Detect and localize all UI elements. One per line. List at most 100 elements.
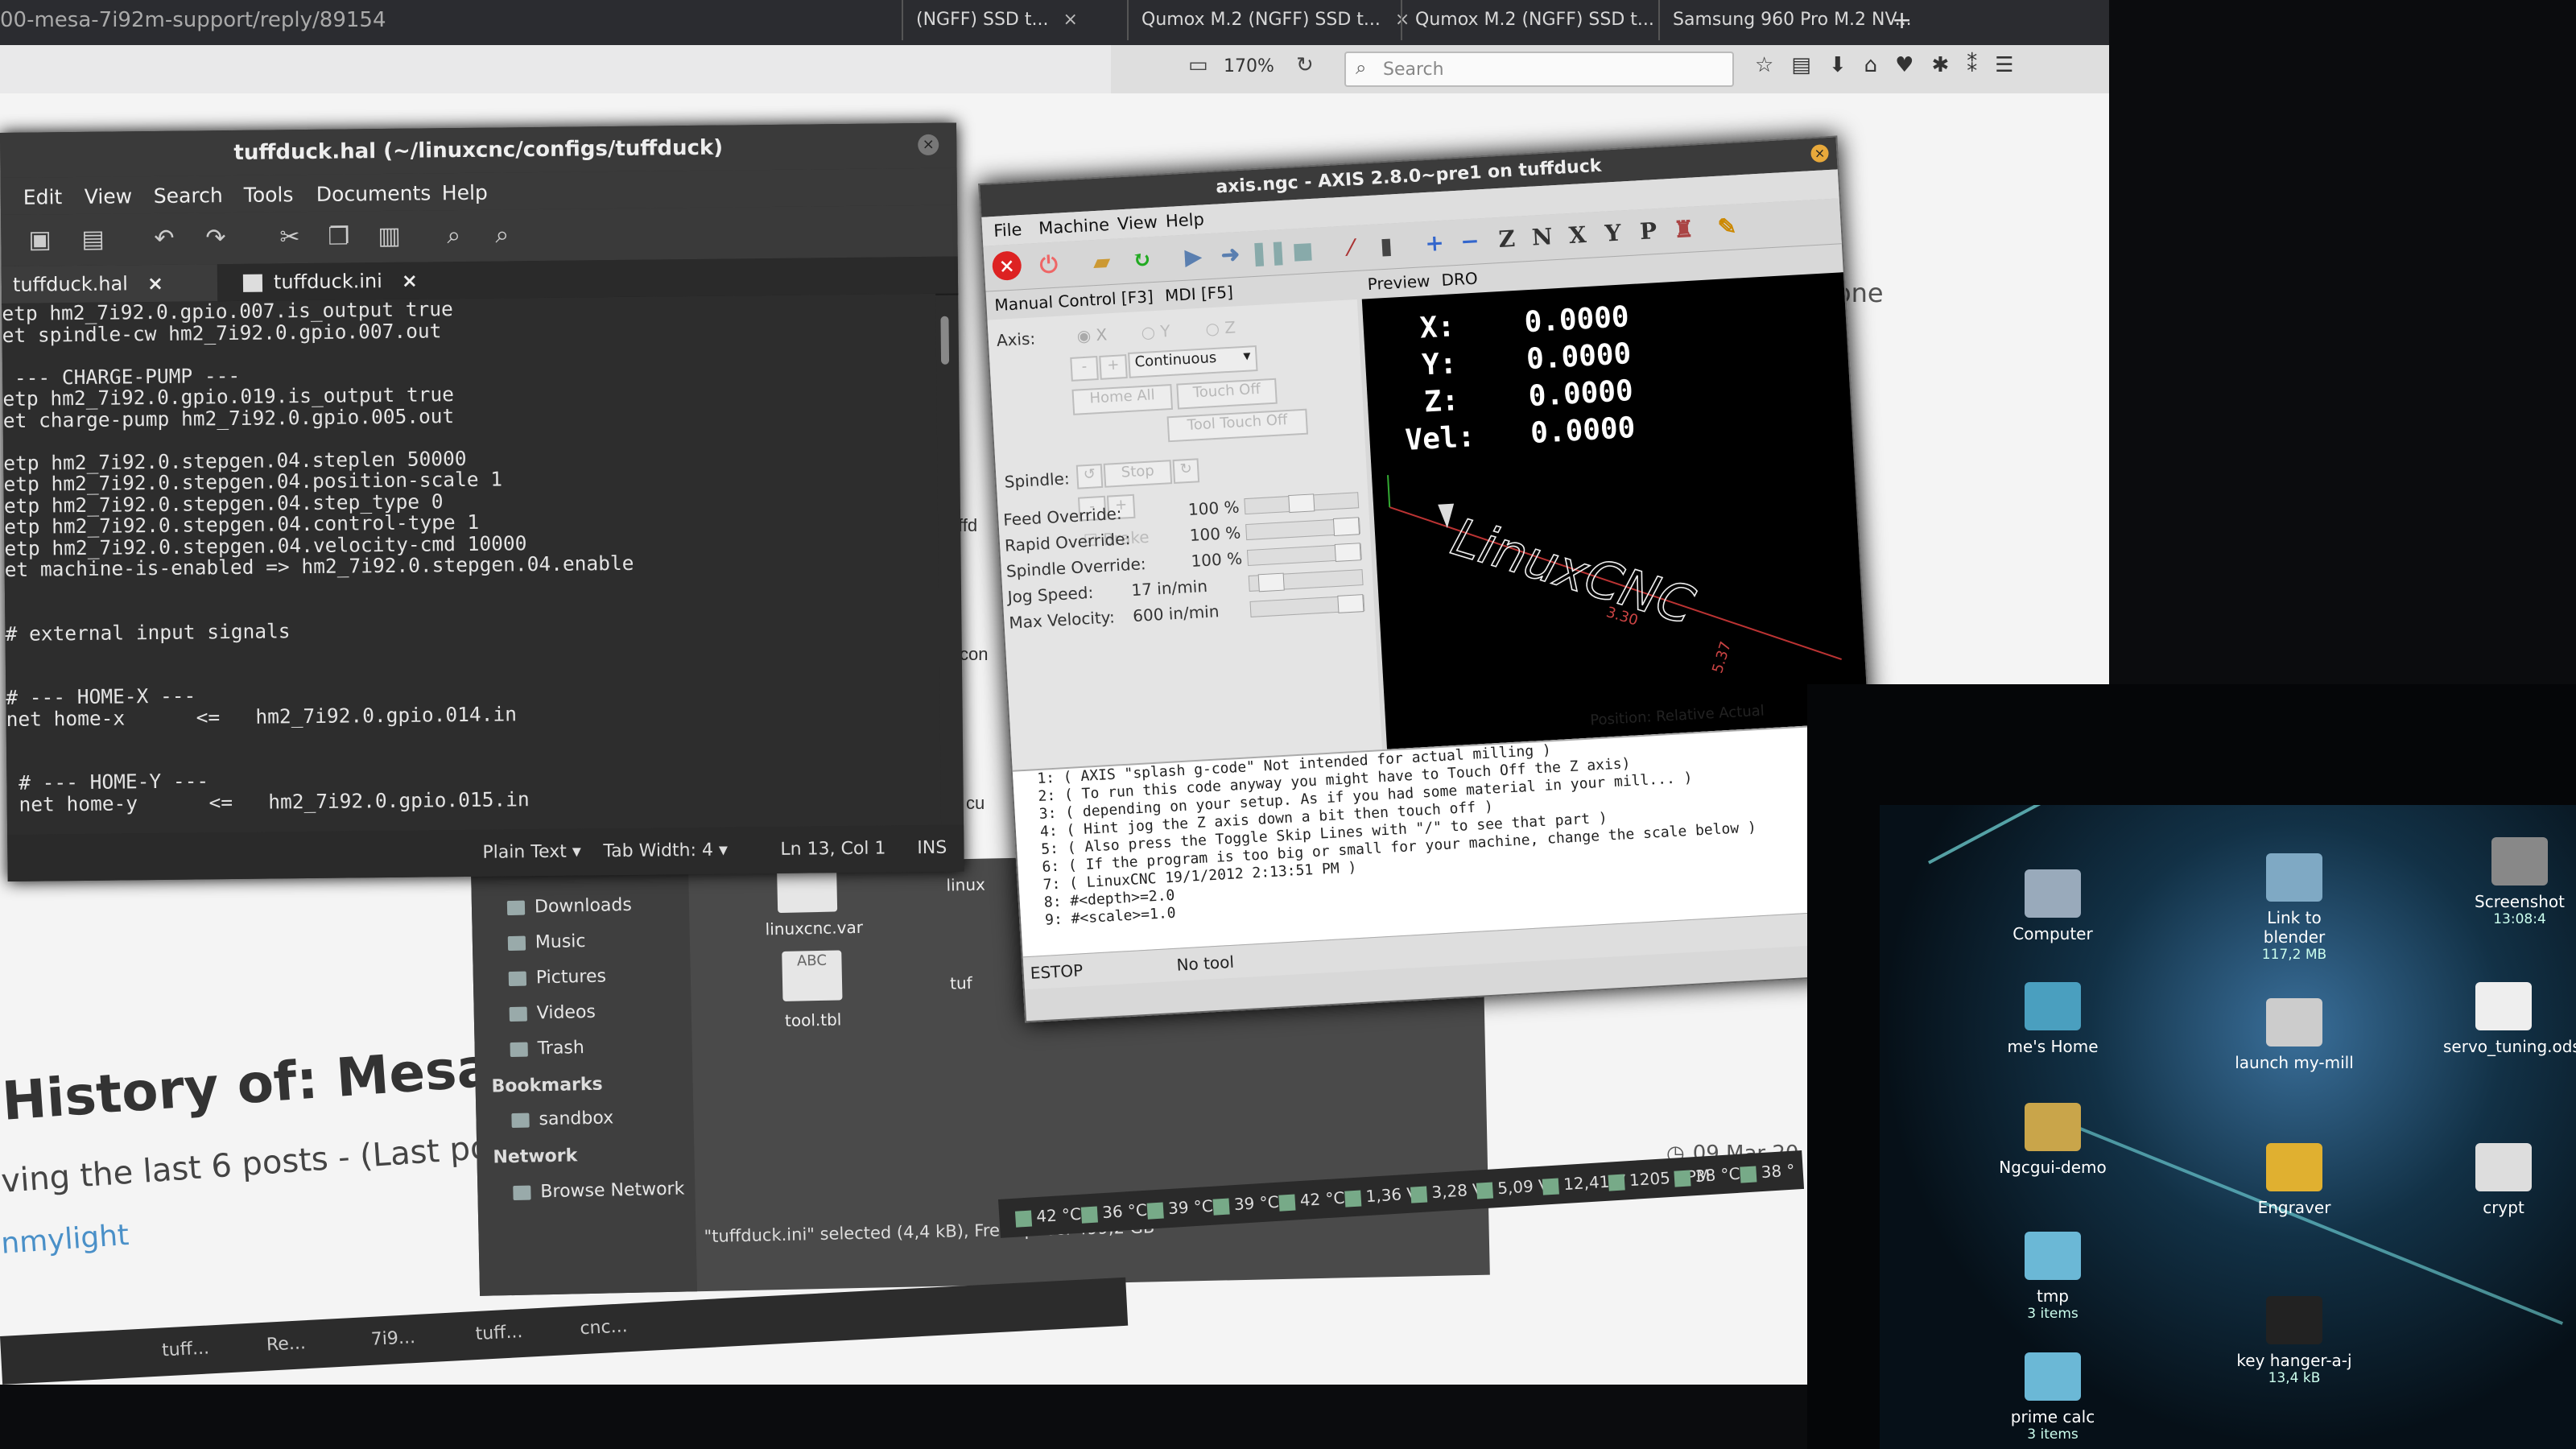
jog-minus-button[interactable]: - xyxy=(1070,356,1099,382)
block-delete-icon[interactable]: ⁄ xyxy=(1334,231,1368,265)
jog-mode-select[interactable]: Continuous ▾ xyxy=(1128,345,1258,378)
slider-thumb[interactable] xyxy=(1288,493,1315,514)
override-slider[interactable] xyxy=(1249,594,1365,617)
reload-icon[interactable]: ↻ xyxy=(1125,243,1159,277)
paste-icon[interactable]: ▥ xyxy=(378,222,401,250)
desktop-icon[interactable]: Computer xyxy=(1992,869,2113,943)
tab-tuffduck-ini[interactable]: tuffduck.ini × xyxy=(232,262,456,301)
taskbar-item[interactable]: 7i9... xyxy=(370,1327,415,1350)
zoom-level[interactable]: 170% xyxy=(1224,56,1274,76)
run-icon[interactable]: ▶ xyxy=(1176,240,1210,274)
optional-stop-icon[interactable]: ▮ xyxy=(1369,229,1403,263)
desktop-icon[interactable]: tmp 3 items xyxy=(1992,1232,2113,1322)
desktop-icon[interactable]: launch my-mill xyxy=(2234,998,2355,1072)
copy-icon[interactable]: ❐ xyxy=(328,222,349,250)
desktop-icon[interactable]: prime calc 3 items xyxy=(1992,1352,2113,1443)
step-icon[interactable]: ➜ xyxy=(1213,238,1247,272)
toolbar-icons[interactable]: ☆▤⬇⌂♥✱⁑☰ xyxy=(1755,53,2032,77)
view-x-icon[interactable]: X xyxy=(1561,218,1595,252)
scrollbar-thumb[interactable] xyxy=(940,316,950,365)
menu-tools[interactable]: Tools xyxy=(244,183,294,207)
slider-thumb[interactable] xyxy=(1334,543,1361,562)
jog-plus-button[interactable]: + xyxy=(1099,354,1128,380)
rotate-icon[interactable]: ♜ xyxy=(1666,213,1700,246)
taskbar-item[interactable]: tuff... xyxy=(475,1322,523,1344)
menu-help[interactable]: Help xyxy=(442,181,488,205)
close-icon[interactable]: × xyxy=(918,134,939,156)
view-n-icon[interactable]: N xyxy=(1525,221,1559,254)
view-y-icon[interactable]: Y xyxy=(1596,217,1630,250)
close-icon[interactable]: × xyxy=(1063,10,1077,30)
browser-tab[interactable]: Samsung 960 Pro M.2 NV... × xyxy=(1658,0,1927,40)
spindle-cw-icon[interactable]: ↻ xyxy=(1172,458,1200,485)
desktop-icon[interactable]: Screenshot 13:08:4 xyxy=(2459,837,2576,927)
radio-axis-x[interactable]: ◉ X xyxy=(1076,324,1108,345)
desktop-icon[interactable]: servo_tuning.ods xyxy=(2443,982,2576,1056)
taskbar-item[interactable]: tuff... xyxy=(162,1338,210,1360)
reader-view-icon[interactable]: ▭ xyxy=(1188,53,1208,77)
menu-documents[interactable]: Documents xyxy=(316,181,431,205)
preview-canvas[interactable]: X: 0.0000 Y: 0.0000 Z: 0.0000 Vel: 0.000… xyxy=(1361,272,1869,749)
search-input[interactable]: ⌕ Search xyxy=(1344,52,1734,87)
desktop-icon[interactable]: Link to blender 117,2 MB xyxy=(2234,853,2355,963)
menu-help[interactable]: Help xyxy=(1165,209,1204,231)
sidebar-item-music[interactable]: Music xyxy=(507,931,586,953)
file-icon[interactable]: ABC xyxy=(782,950,843,1001)
pause-icon[interactable]: ❚❚ xyxy=(1249,236,1288,270)
tab-mdi[interactable]: MDI [F5] xyxy=(1164,283,1233,306)
override-slider[interactable] xyxy=(1248,569,1364,592)
tab-manual-control[interactable]: Manual Control [F3] xyxy=(994,287,1154,315)
radio-axis-y[interactable]: ○ Y xyxy=(1141,321,1170,342)
close-icon[interactable]: × xyxy=(1926,10,1927,30)
open-file-icon[interactable]: ▤ xyxy=(81,225,105,254)
home-all-button[interactable]: Home All xyxy=(1071,383,1174,415)
menu-file[interactable]: File xyxy=(993,220,1022,241)
override-slider[interactable] xyxy=(1245,517,1361,541)
browser-tab[interactable]: Qumox M.2 (NGFF) SSD t...× xyxy=(1127,0,1412,40)
taskbar-item[interactable]: Re... xyxy=(266,1333,306,1356)
menu-machine[interactable]: Machine xyxy=(1038,215,1110,238)
menu-edit[interactable]: Edit xyxy=(23,185,63,209)
power-icon[interactable]: ⏻ xyxy=(1032,248,1066,282)
desktop-icon[interactable]: Engraver xyxy=(2234,1143,2355,1217)
override-slider[interactable] xyxy=(1244,492,1360,515)
open-icon[interactable]: ▰ xyxy=(1085,245,1119,279)
radio-axis-z[interactable]: ○ Z xyxy=(1205,317,1236,338)
reload-icon[interactable]: ↻ xyxy=(1296,53,1314,77)
close-icon[interactable]: × xyxy=(147,272,163,295)
find-icon[interactable]: ⌕ xyxy=(447,221,460,250)
code-area[interactable]: etp hm2_7i92.0.gpio.007.is_output true et… xyxy=(2,293,942,835)
touch-off-button[interactable]: Touch Off xyxy=(1176,378,1278,410)
replace-icon[interactable]: ⌕ xyxy=(495,221,509,249)
view-p-icon[interactable]: P xyxy=(1632,215,1666,249)
sidebar-item-trash[interactable]: Trash xyxy=(510,1038,584,1059)
desktop-icon[interactable]: Ngcgui-demo xyxy=(1992,1103,2113,1177)
override-slider[interactable] xyxy=(1246,543,1362,567)
clear-icon[interactable]: ✎ xyxy=(1710,210,1744,244)
sidebar-item-sandbox[interactable]: sandbox xyxy=(511,1108,613,1130)
tab-tuffduck-hal[interactable]: tuffduck.hal × xyxy=(1,264,218,303)
tab-dro[interactable]: DRO xyxy=(1441,269,1478,290)
sidebar-item-downloads[interactable]: Downloads xyxy=(506,895,632,918)
slider-thumb[interactable] xyxy=(1257,572,1285,592)
desktop-icon[interactable]: me's Home xyxy=(1992,982,2113,1056)
sidebar-item-pictures[interactable]: Pictures xyxy=(508,967,606,989)
sidebar-item-videos[interactable]: Videos xyxy=(509,1002,596,1024)
undo-icon[interactable]: ↶ xyxy=(154,225,175,253)
menu-view[interactable]: View xyxy=(85,184,133,208)
syntax-selector[interactable]: Plain Text ▾ xyxy=(482,841,581,862)
slider-thumb[interactable] xyxy=(1337,594,1364,613)
menu-search[interactable]: Search xyxy=(154,184,223,208)
cut-icon[interactable]: ✂ xyxy=(279,223,300,251)
zoom-out-icon[interactable]: − xyxy=(1453,225,1487,258)
redo-icon[interactable]: ↷ xyxy=(205,224,226,252)
view-z-icon[interactable]: Z xyxy=(1490,222,1524,256)
tab-width-selector[interactable]: Tab Width: 4 ▾ xyxy=(603,840,728,862)
menu-view[interactable]: View xyxy=(1117,213,1158,234)
sidebar-item-browse-network[interactable]: Browse Network xyxy=(513,1179,685,1203)
new-tab-button[interactable]: + xyxy=(1892,6,1912,35)
browser-tab[interactable]: (NGFF) SSD t... × xyxy=(902,0,1138,40)
stop-icon[interactable]: ■ xyxy=(1286,234,1319,268)
zoom-in-icon[interactable]: + xyxy=(1418,226,1451,260)
new-file-icon[interactable]: ▣ xyxy=(28,225,52,254)
